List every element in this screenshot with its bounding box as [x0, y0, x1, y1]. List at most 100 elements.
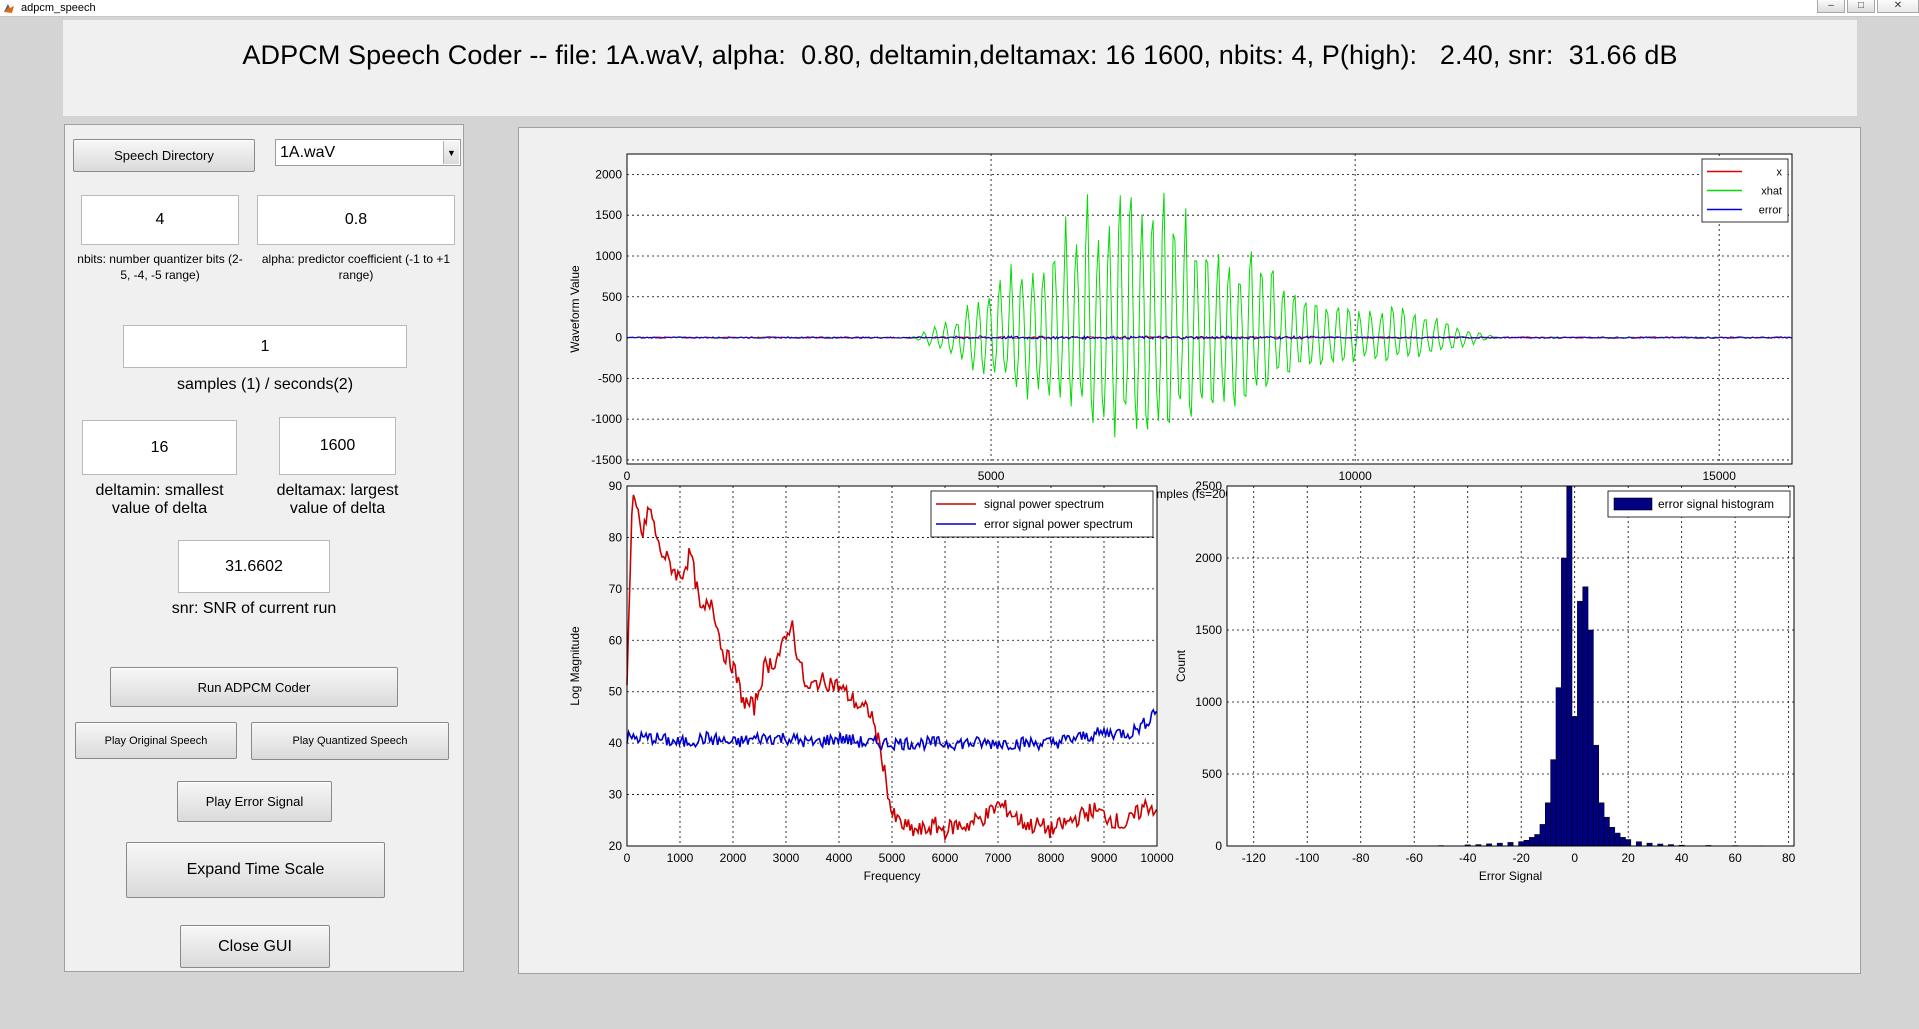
play-original-button[interactable]: Play Original Speech: [75, 722, 237, 759]
deltamin-input[interactable]: 16: [82, 420, 237, 475]
x-tick-label: 15000: [1703, 469, 1737, 483]
y-tick-label: 2000: [595, 167, 622, 181]
y-axis-label: Count: [1174, 649, 1188, 682]
time-mode-input[interactable]: 1: [123, 325, 407, 368]
alpha-input[interactable]: 0.8: [257, 195, 455, 245]
histogram-bar: [1609, 827, 1616, 847]
maximize-button[interactable]: □: [1847, 0, 1875, 13]
header-panel: ADPCM Speech Coder -- file: 1A.waV, alph…: [63, 20, 1857, 116]
x-tick-label: -20: [1513, 851, 1531, 865]
x-tick-label: -120: [1242, 851, 1266, 865]
chart-1: 0 5000 10000 15000 -1500 -1000 -500 0 500 1000 150…: [568, 153, 1793, 501]
minimize-button[interactable]: –: [1817, 0, 1845, 13]
y-tick-label: 500: [602, 290, 622, 304]
legend-label: xhat: [1761, 186, 1782, 198]
legend: x xhat error: [1701, 158, 1789, 223]
x-tick-label: 0: [624, 851, 631, 865]
y-tick-label: 0: [615, 331, 622, 345]
y-tick-label: 50: [609, 685, 623, 699]
snr-output: 31.6602: [178, 540, 330, 593]
histogram-bar: [1598, 802, 1605, 847]
x-tick-label: 5000: [879, 851, 906, 865]
y-tick-label: 60: [609, 633, 623, 647]
y-tick-label: 1500: [1195, 623, 1222, 637]
x-tick-label: 0: [624, 469, 631, 483]
plot-area: [1227, 486, 1794, 846]
histogram-bar: [1555, 687, 1562, 847]
x-tick-label: 1000: [667, 851, 694, 865]
histogram-bar: [1582, 586, 1589, 847]
legend-label: x: [1777, 167, 1783, 179]
play-error-button[interactable]: Play Error Signal: [177, 781, 332, 822]
histogram-bar: [1545, 802, 1551, 847]
x-tick-label: 8000: [1038, 851, 1065, 865]
histogram-bar: [1518, 841, 1525, 847]
legend: error signal histogram: [1607, 490, 1791, 518]
histogram-bar: [1593, 744, 1600, 847]
x-tick-label: -60: [1406, 851, 1424, 865]
x-tick-label: 4000: [826, 851, 853, 865]
histogram-bar: [1571, 716, 1578, 847]
x-tick-label: -40: [1459, 851, 1477, 865]
histogram-bar: [1539, 824, 1546, 847]
y-tick-label: 1500: [595, 208, 622, 222]
histogram-bar: [1566, 485, 1573, 847]
x-tick-label: 3000: [773, 851, 800, 865]
nbits-label: nbits: number quantizer bits (2-5, -4, -…: [77, 252, 243, 282]
chevron-down-icon[interactable]: ▼: [443, 141, 459, 164]
histogram-bar: [1625, 839, 1632, 847]
histogram-bar: [1619, 837, 1626, 847]
close-gui-button[interactable]: Close GUI: [180, 925, 330, 968]
y-tick-label: 20: [609, 839, 623, 853]
header-title: ADPCM Speech Coder -- file: 1A.waV, alph…: [242, 40, 1678, 70]
histogram-bar: [1550, 759, 1557, 847]
deltamax-input[interactable]: 1600: [279, 417, 396, 475]
y-tick-label: 500: [1202, 767, 1222, 781]
time-mode-label: samples (1) / seconds(2): [176, 376, 354, 393]
x-tick-label: 10000: [1140, 851, 1174, 865]
x-tick-label: 5000: [978, 469, 1005, 483]
legend-label: error: [1759, 205, 1783, 217]
run-coder-button[interactable]: Run ADPCM Coder: [110, 667, 398, 707]
y-tick-label: 30: [609, 788, 623, 802]
x-tick-label: 80: [1782, 851, 1796, 865]
histogram-bar: [1603, 816, 1610, 847]
y-tick-label: 90: [609, 479, 623, 493]
y-tick-label: -500: [598, 371, 622, 385]
histogram-bar: [1577, 600, 1583, 847]
expand-time-scale-button[interactable]: Expand Time Scale: [126, 842, 385, 898]
x-tick-label: 9000: [1091, 851, 1118, 865]
file-select-value: 1A.waV: [280, 143, 336, 161]
x-axis-label: Error Signal: [1479, 869, 1542, 883]
legend-label: signal power spectrum: [984, 497, 1104, 511]
play-quantized-button[interactable]: Play Quantized Speech: [251, 722, 449, 760]
x-tick-label: 6000: [932, 851, 959, 865]
y-tick-label: 40: [609, 736, 623, 750]
controls-panel: Speech Directory 1A.waV ▼ 4 nbits: numbe…: [64, 124, 464, 972]
y-tick-label: 2000: [1195, 551, 1222, 565]
window-title: adpcm_speech: [21, 2, 96, 14]
y-axis-label: Waveform Value: [568, 265, 582, 353]
chart-3: -120 -100 -80 -60 -40 -20 0 20 40 60 80 0 500 1000 150…: [1174, 479, 1796, 883]
histogram-bar: [1523, 839, 1530, 847]
alpha-label: alpha: predictor coefficient (-1 to +1 r…: [261, 252, 451, 282]
histogram-bar: [1561, 557, 1567, 847]
x-tick-label: 2000: [720, 851, 747, 865]
histogram-bar: [1614, 832, 1621, 847]
x-tick-label: -80: [1352, 851, 1370, 865]
plot-panel: 0 5000 10000 15000 -1500 -1000 -500 0 500 1000 150…: [518, 127, 1861, 974]
nbits-input[interactable]: 4: [81, 195, 239, 245]
legend-label: error signal power spectrum: [984, 517, 1133, 531]
x-tick-label: 60: [1728, 851, 1742, 865]
legend-label: error signal histogram: [1658, 497, 1774, 511]
close-window-button[interactable]: ✕: [1877, 0, 1919, 13]
y-tick-label: -1000: [591, 412, 622, 426]
file-select[interactable]: 1A.waV ▼: [275, 139, 461, 166]
speech-directory-button[interactable]: Speech Directory: [73, 139, 255, 172]
snr-label: snr: SNR of current run: [171, 600, 337, 617]
y-tick-label: 1000: [1195, 695, 1222, 709]
y-tick-label: 70: [609, 582, 623, 596]
deltamin-label: deltamin: smallest value of delta: [95, 482, 224, 517]
legend-swatch: [1613, 497, 1653, 511]
y-tick-label: 80: [609, 530, 623, 544]
